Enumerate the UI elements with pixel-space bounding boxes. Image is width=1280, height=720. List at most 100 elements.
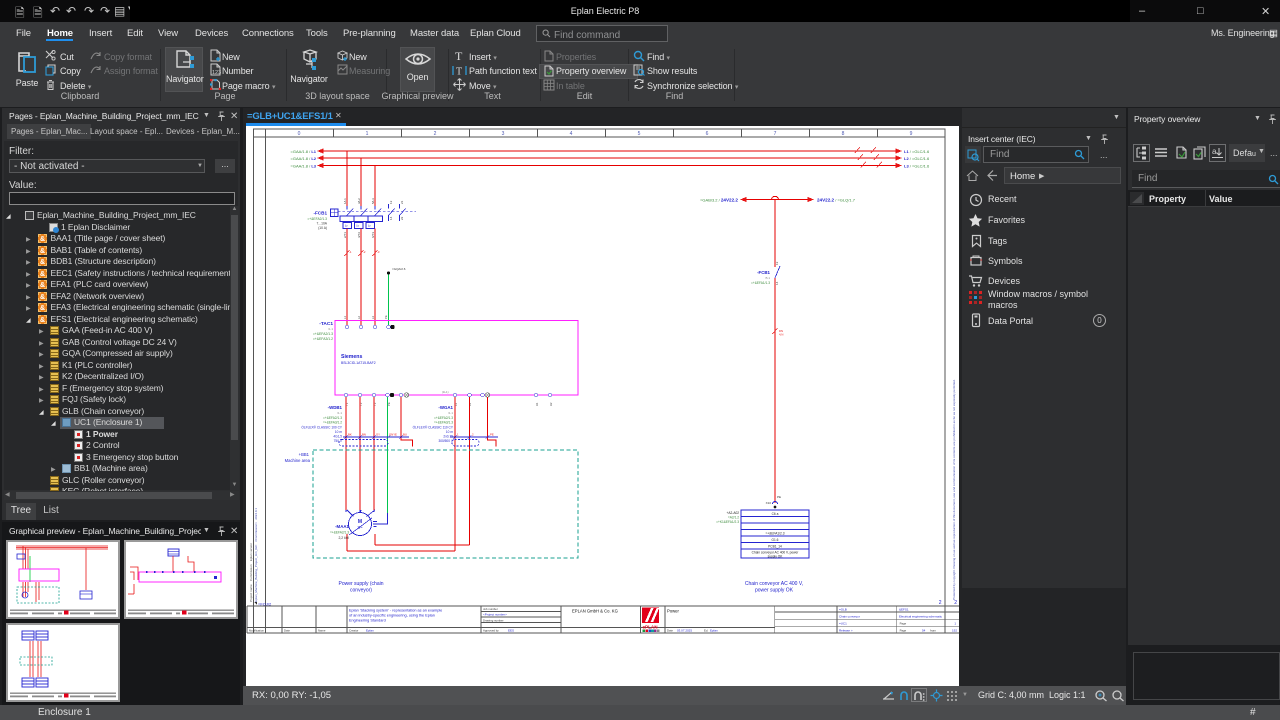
svg-text:0: 0	[298, 131, 301, 137]
svg-text:=+&EFA3/1.2: =+&EFA3/1.2	[313, 337, 333, 341]
svg-text:Approved by: Approved by	[483, 629, 499, 633]
svg-text:/1.1: /1.1	[328, 327, 333, 331]
svg-text:Siemens: Siemens	[341, 354, 362, 360]
svg-text:PE: PE	[777, 495, 781, 499]
svg-text:6: 6	[706, 131, 709, 137]
svg-text:1: 1	[366, 131, 369, 137]
svg-text:=+K1&EFA1/2.3: =+K1&EFA1/2.3	[716, 520, 739, 524]
svg-text:PE: PE	[384, 315, 388, 319]
svg-text:a: a	[1212, 147, 1217, 156]
svg-text:=A2/1.2: =A2/1.2	[728, 516, 739, 520]
svg-text:750 V: 750 V	[334, 439, 343, 443]
svg-text:=UC1: =UC1	[839, 622, 847, 626]
svg-text:2: 2	[939, 600, 942, 606]
svg-text:=+&EFA3/1.3: =+&EFA3/1.3	[434, 421, 453, 425]
svg-text:supply OK: supply OK	[768, 555, 784, 559]
svg-text:L2 / =GLC/1.6: L2 / =GLC/1.6	[904, 156, 930, 161]
svg-text:L2: L2	[357, 315, 361, 319]
svg-text:3: 3	[502, 131, 505, 137]
svg-text:2: 2	[434, 131, 437, 137]
svg-text:=GLB: =GLB	[839, 608, 847, 612]
svg-text:22: 22	[400, 216, 404, 220]
svg-text:EES: EES	[508, 629, 514, 633]
svg-text:of an industry-specific engine: of an industry-specific engineering, usi…	[349, 614, 435, 618]
svg-text:from: from	[930, 628, 937, 632]
svg-text:=+&EFA2/1.3: =+&EFA2/1.3	[323, 416, 342, 420]
svg-text:ÖLFLEX® CLASSIC 110 CY: ÖLFLEX® CLASSIC 110 CY	[413, 426, 454, 430]
svg-text:power supply OK: power supply OK	[755, 588, 794, 594]
svg-text:G1.6: G1.6	[772, 538, 779, 542]
svg-text:21: 21	[400, 200, 404, 204]
svg-text:-3: -3	[377, 250, 380, 254]
svg-text:A2: A2	[549, 402, 553, 406]
svg-text:Electrical engineering schemat: Electrical engineering schematic	[899, 615, 943, 619]
svg-text:L1: L1	[343, 315, 347, 319]
svg-text:Chain conveyor AC 400 V,: Chain conveyor AC 400 V,	[745, 581, 803, 587]
svg-text:9: 9	[910, 131, 913, 137]
svg-text:=GAA/1.8 / L1: =GAA/1.8 / L1	[291, 149, 317, 154]
svg-text:(1L1): (1L1)	[442, 390, 449, 394]
svg-text:300/500 V: 300/500 V	[438, 439, 453, 443]
svg-text:14: 14	[775, 281, 779, 285]
svg-text:Drawing number: Drawing number	[483, 619, 504, 623]
svg-text:EPLAN GmbH & Co. KG: EPLAN GmbH & Co. KG	[572, 609, 618, 614]
svg-text:I>: I>	[357, 224, 360, 228]
svg-text:Date: Date	[284, 629, 290, 633]
svg-text:=GAB/3.2 / 24V22.2: =GAB/3.2 / 24V22.2	[700, 198, 738, 203]
svg-text:7: 7	[774, 131, 777, 137]
svg-text:Date: Date	[667, 629, 673, 633]
svg-text:L3 / =GLC/1.6: L3 / =GLC/1.6	[904, 163, 930, 168]
svg-text:=+&EFA2/1.3: =+&EFA2/1.3	[330, 531, 349, 535]
svg-text:GY: GY	[376, 433, 380, 437]
svg-text:Power: Power	[667, 609, 679, 614]
svg-text:192: 192	[952, 628, 957, 632]
svg-text:1/L1: 1/L1	[343, 198, 347, 204]
svg-text:Modification: Modification	[249, 629, 264, 633]
svg-text:C6 a: C6 a	[772, 512, 779, 516]
svg-text:Power supply (chain: Power supply (chain	[338, 581, 383, 587]
svg-text:Page: Page	[900, 622, 907, 626]
svg-text:-1: -1	[349, 250, 352, 254]
svg-text:5/L3: 5/L3	[371, 198, 375, 204]
svg-text:13: 13	[775, 261, 779, 265]
svg-text:1: 1	[954, 622, 956, 626]
svg-text:4,N: 4,N	[779, 333, 783, 337]
svg-text:GNYE: GNYE	[389, 433, 397, 437]
svg-text:Ed.: Ed.	[704, 629, 708, 633]
svg-text:=GQA/2.6: =GQA/2.6	[392, 267, 406, 271]
svg-text:<Project number>: <Project number>	[483, 613, 507, 617]
svg-text:4G1,5: 4G1,5	[333, 435, 342, 439]
svg-text:I>: I>	[345, 224, 348, 228]
svg-text:A1: A1	[535, 402, 539, 406]
svg-text:BK: BK	[348, 433, 352, 437]
svg-text:ÖLFLEX® CLASSIC 100 CY: ÖLFLEX® CLASSIC 100 CY	[301, 426, 342, 430]
svg-text:=+&EFA1/1.3: =+&EFA1/1.3	[751, 281, 770, 285]
svg-text:+BB1: +BB1	[299, 452, 310, 457]
svg-text:2,2 kW: 2,2 kW	[338, 536, 349, 540]
svg-text:Protected by copyright. Passin: Protected by copyright. Passing on as we…	[952, 379, 956, 600]
svg-text:&EFS1: &EFS1	[899, 608, 909, 612]
svg-text:2: 2	[472, 433, 474, 437]
svg-text:PE: PE	[490, 433, 494, 437]
svg-text:+A2-A02: +A2-A02	[727, 511, 740, 515]
svg-text:=+&EFA3/1.2: =+&EFA3/1.2	[323, 421, 342, 425]
svg-text:PCB1_14: PCB1_14	[768, 545, 782, 549]
svg-text:Creator: Creator	[349, 629, 358, 633]
svg-text:L1 / =GLC/1.6: L1 / =GLC/1.6	[904, 149, 930, 154]
svg-text:-MAA1: -MAA1	[335, 524, 349, 529]
svg-text:1: 1	[457, 433, 459, 437]
svg-text:3/L2: 3/L2	[357, 198, 361, 204]
svg-text:Machine area: Machine area	[285, 458, 311, 463]
svg-text:Eplan: Eplan	[366, 629, 374, 633]
svg-text:6/T3: 6/T3	[371, 232, 375, 238]
svg-text:=+&EFA1/2.3: =+&EFA1/2.3	[766, 532, 785, 536]
svg-text:Chain conveyor: Chain conveyor	[839, 615, 860, 619]
svg-text:123: 123	[212, 70, 221, 76]
svg-text:Eplan 'Stacking system' - repr: Eplan 'Stacking system' - representation…	[349, 609, 442, 613]
svg-text:=+&EFA2/1.3: =+&EFA2/1.3	[307, 217, 327, 221]
svg-text:03.07.2025: 03.07.2025	[677, 629, 692, 633]
svg-text:Engineering Standard: Engineering Standard	[349, 619, 386, 623]
svg-text:BU: BU	[403, 433, 407, 437]
svg-text:=GAA/1.8 / L3: =GAA/1.8 / L3	[291, 163, 317, 168]
svg-text:BSL3CID-1AT15-BAF2: BSL3CID-1AT15-BAF2	[341, 361, 376, 365]
